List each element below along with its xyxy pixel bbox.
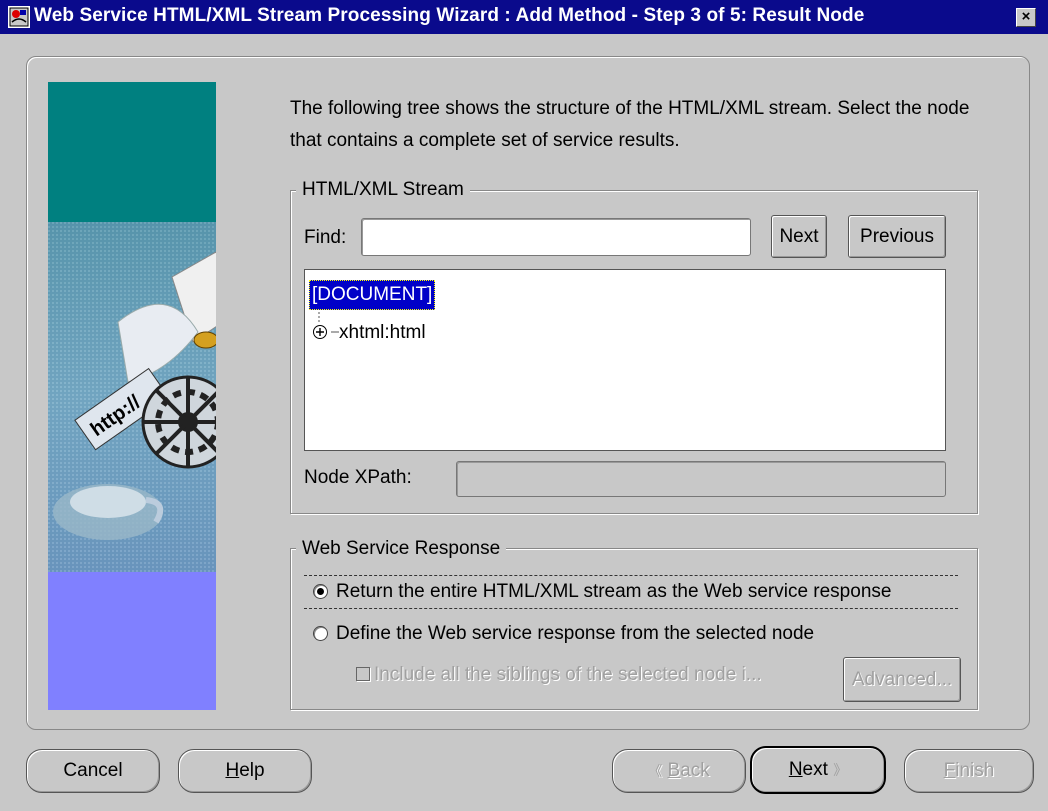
stream-tree[interactable]: [DOCUMENT] xhtml:html bbox=[304, 269, 946, 451]
siblings-checkbox bbox=[356, 667, 370, 681]
tree-node-xhtml-html[interactable]: xhtml:html bbox=[339, 322, 426, 344]
help-mnemonic: H bbox=[225, 760, 240, 781]
wizard-illustration: http:// bbox=[48, 82, 216, 710]
expand-icon[interactable] bbox=[312, 324, 328, 340]
find-previous-button[interactable]: Previous bbox=[848, 215, 946, 258]
back-button: 《 Back bbox=[612, 749, 746, 793]
back-label: ack bbox=[680, 760, 710, 781]
find-next-button[interactable]: Next bbox=[771, 215, 827, 258]
find-label: Find: bbox=[304, 227, 347, 248]
finish-mnemonic: F bbox=[943, 760, 956, 781]
radio-entire-stream[interactable] bbox=[313, 584, 328, 599]
tree-node-document[interactable]: [DOCUMENT] bbox=[309, 280, 436, 310]
advanced-button: Advanced... bbox=[843, 657, 961, 702]
window-title: Web Service HTML/XML Stream Processing W… bbox=[34, 5, 865, 26]
cancel-label: Cancel bbox=[63, 760, 123, 781]
radio-selected-node[interactable] bbox=[313, 626, 328, 641]
back-mnemonic: B bbox=[667, 760, 681, 781]
next-arrow-icon: 》 bbox=[833, 762, 848, 778]
focus-bottom bbox=[304, 608, 958, 609]
next-label: ext bbox=[802, 759, 828, 780]
help-button[interactable]: Help bbox=[178, 749, 312, 793]
xpath-field bbox=[456, 461, 946, 497]
stream-group-legend: HTML/XML Stream bbox=[296, 179, 470, 201]
close-button[interactable]: × bbox=[1016, 8, 1036, 27]
next-mnemonic: N bbox=[788, 759, 803, 780]
finish-label: inish bbox=[955, 760, 995, 781]
title-bar: Web Service HTML/XML Stream Processing W… bbox=[0, 0, 1048, 34]
back-arrow-icon: 《 bbox=[648, 763, 663, 779]
siblings-checkbox-label: Include all the siblings of the selected… bbox=[374, 664, 762, 685]
next-button[interactable]: Next 》 bbox=[750, 746, 886, 794]
radio-selected-node-label[interactable]: Define the Web service response from the… bbox=[336, 623, 814, 645]
app-icon bbox=[8, 6, 30, 28]
intro-text: The following tree shows the structure o… bbox=[290, 98, 970, 151]
radio-entire-stream-label[interactable]: Return the entire HTML/XML stream as the… bbox=[336, 581, 891, 603]
find-input[interactable] bbox=[361, 218, 751, 256]
cancel-button[interactable]: Cancel bbox=[26, 749, 160, 793]
xpath-label: Node XPath: bbox=[304, 467, 412, 488]
radio-selected-dot bbox=[317, 588, 324, 595]
focus-top bbox=[304, 575, 958, 576]
response-group-legend: Web Service Response bbox=[296, 538, 507, 560]
help-label: elp bbox=[239, 760, 265, 781]
finish-button: Finish bbox=[904, 749, 1034, 793]
